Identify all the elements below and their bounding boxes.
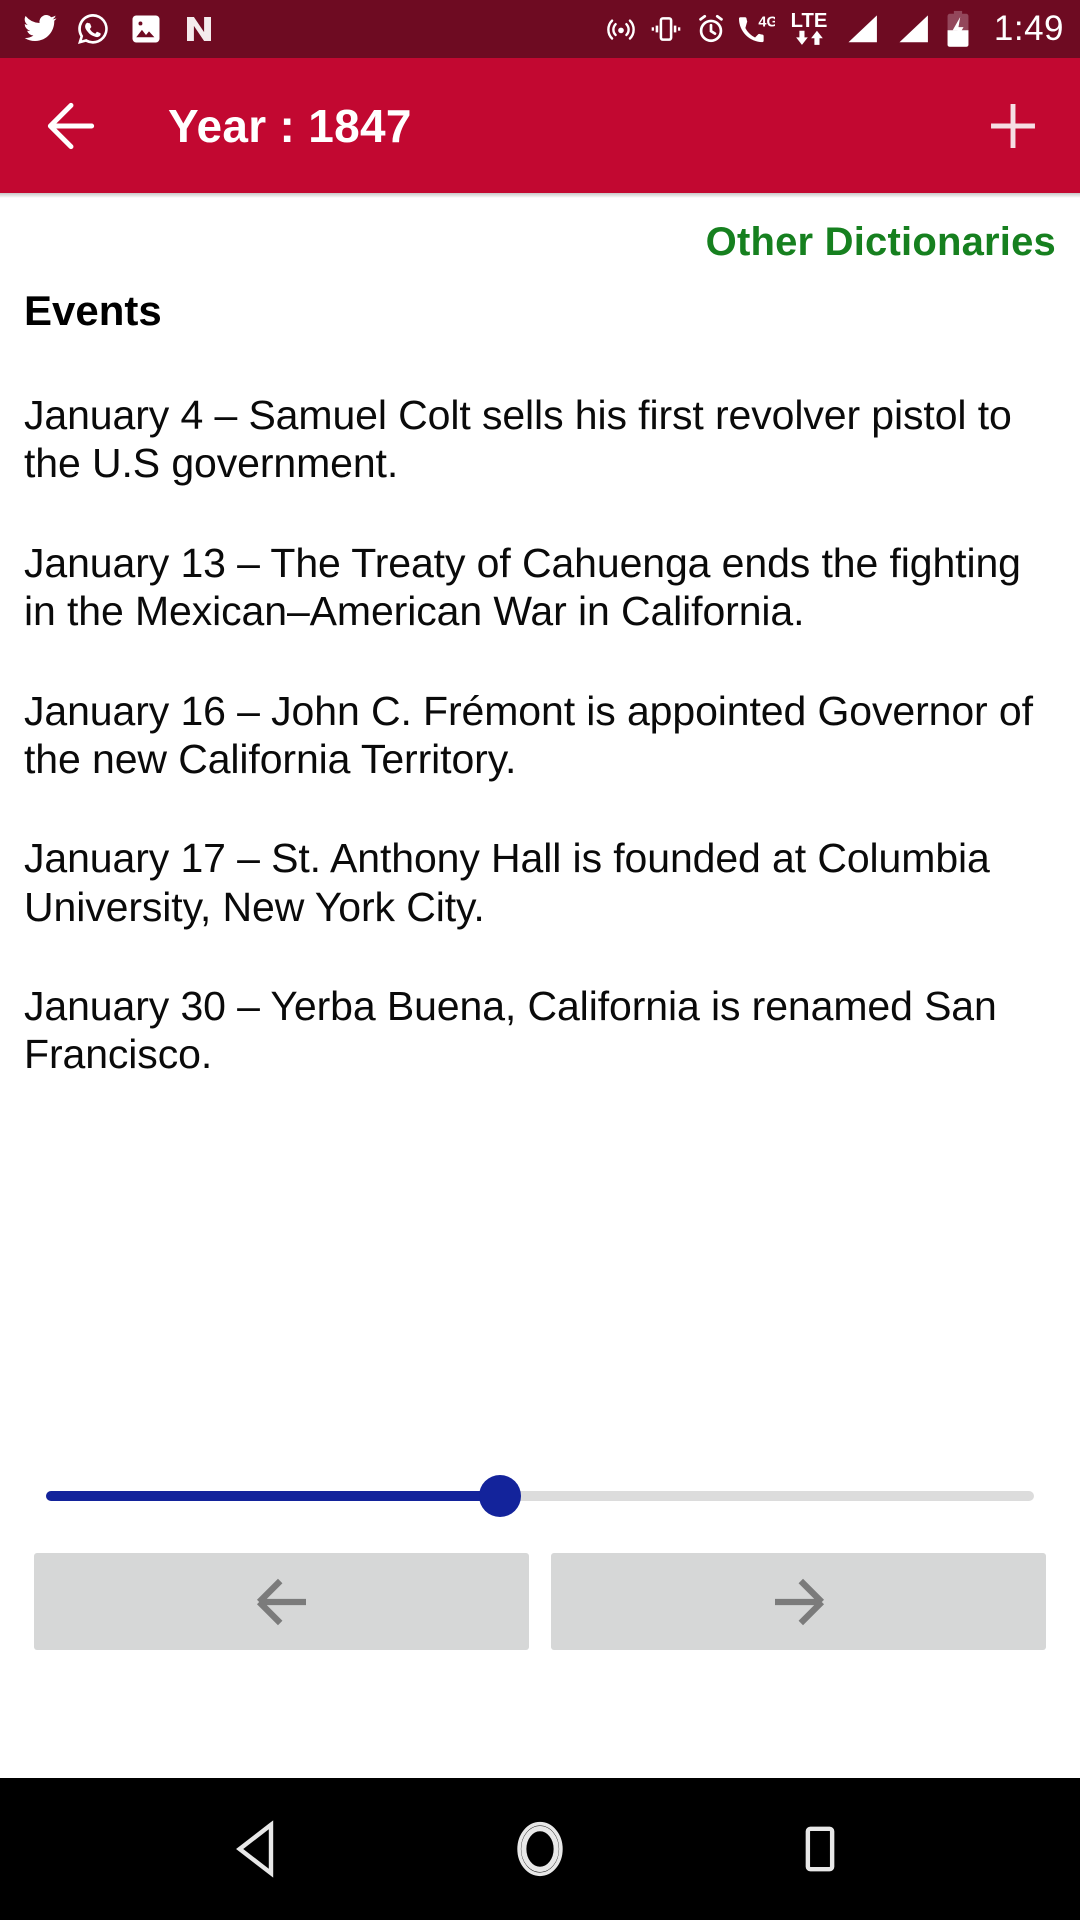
events-list: January 4 – Samuel Colt sells his first … [24, 391, 1056, 1079]
arrow-right-icon [774, 1578, 824, 1625]
year-slider[interactable] [46, 1475, 1034, 1517]
event-item: January 17 – St. Anthony Hall is founded… [24, 835, 990, 930]
signal-sim1-icon [848, 15, 877, 43]
navigation-buttons [24, 1553, 1056, 1650]
status-bar-system-icons: 4G LTE 1:49 [604, 8, 1064, 50]
svg-text:LTE: LTE [791, 10, 828, 32]
event-item: January 16 – John C. Frémont is appointe… [24, 687, 1033, 782]
event-item: January 4 – Samuel Colt sells his first … [24, 392, 1012, 487]
plus-icon[interactable] [982, 95, 1044, 157]
gallery-icon [132, 15, 160, 43]
page-title: Year : 1847 [168, 99, 412, 152]
square-recents-icon [805, 1826, 835, 1872]
other-dictionaries-link[interactable]: Other Dictionaries [706, 220, 1056, 265]
status-bar: 4G LTE 1:49 [0, 0, 1080, 58]
status-bar-notification-icons [22, 11, 217, 47]
phone-screen: 4G LTE 1:49 [0, 0, 1080, 1920]
svg-text:4G: 4G [758, 15, 775, 31]
system-home-button[interactable] [485, 1794, 595, 1904]
lte-data-icon: LTE [791, 10, 828, 45]
back-arrow-icon[interactable] [40, 95, 102, 157]
system-back-button[interactable] [205, 1794, 315, 1904]
vibrate-icon [651, 17, 681, 41]
arrow-left-icon [256, 1578, 306, 1625]
circle-home-icon [517, 1821, 563, 1877]
twitter-icon [24, 15, 57, 42]
event-item: January 30 – Yerba Buena, California is … [24, 983, 997, 1078]
event-item: January 13 – The Treaty of Cahuenga ends… [24, 539, 1021, 635]
battery-charging-icon [947, 10, 969, 47]
next-button[interactable] [551, 1553, 1046, 1650]
hotspot-icon [607, 19, 635, 40]
nova-launcher-icon [187, 17, 211, 41]
signal-sim2-icon [899, 15, 928, 43]
year-slider-container [24, 1453, 1056, 1539]
content-area: Other Dictionaries Events January 4 – Sa… [0, 198, 1080, 1778]
slider-thumb[interactable] [479, 1475, 522, 1517]
alarm-icon [699, 14, 723, 43]
system-recents-button[interactable] [765, 1794, 875, 1904]
slider-fill [46, 1491, 501, 1501]
app-bar: Year : 1847 [0, 58, 1080, 193]
system-navigation-bar [0, 1778, 1080, 1920]
status-bar-clock: 1:49 [993, 9, 1064, 48]
bottom-spacer [24, 1650, 1056, 1778]
triangle-back-icon [236, 1820, 274, 1878]
previous-button[interactable] [34, 1553, 529, 1650]
whatsapp-icon [78, 13, 108, 44]
4g-call-icon: 4G [738, 15, 775, 43]
events-section-title: Events [24, 287, 162, 334]
